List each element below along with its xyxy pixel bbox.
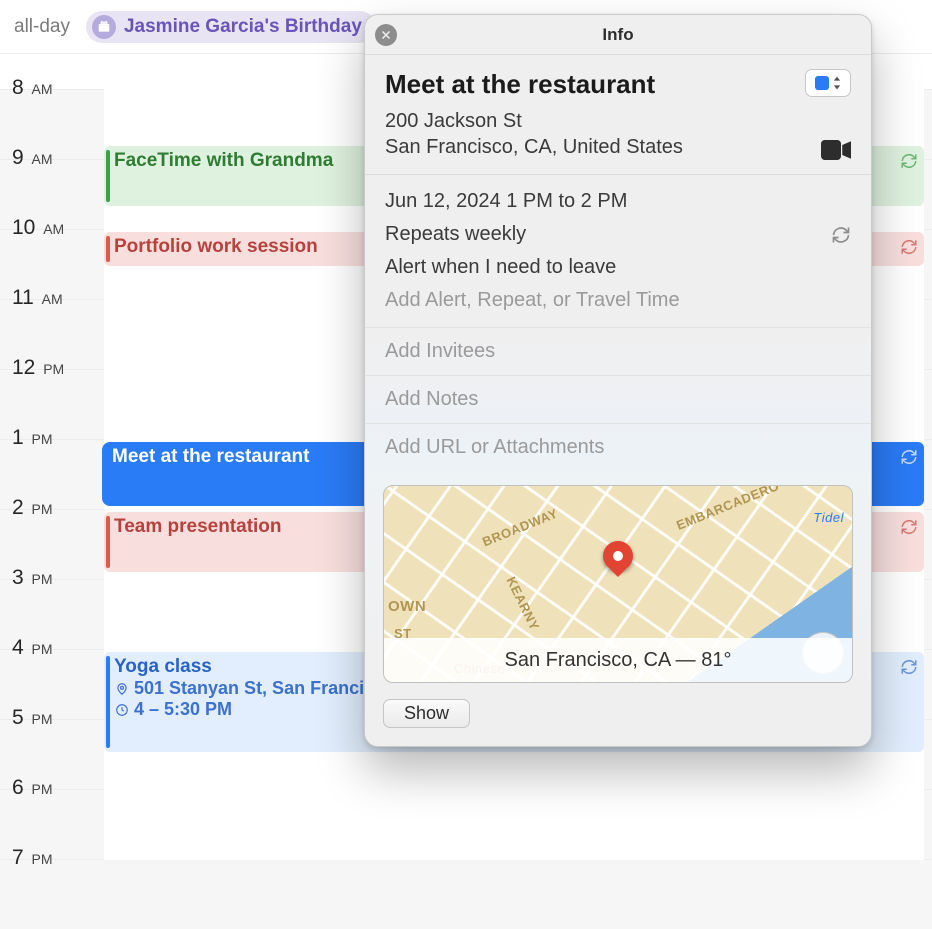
allday-label: all-day: [14, 16, 70, 38]
map-weather-label: San Francisco, CA — 81°: [384, 638, 852, 682]
chevron-updown-icon: [833, 76, 841, 90]
event-location[interactable]: 200 Jackson St San Francisco, CA, United…: [385, 108, 683, 160]
hour-label: 10 AM: [8, 216, 68, 240]
event-alert[interactable]: Alert when I need to leave: [385, 251, 851, 284]
event-edge-strip: [898, 512, 924, 572]
map-street-label: OWN: [388, 598, 426, 615]
event-edge-strip: [898, 146, 924, 206]
map-street-label: BROADWAY: [480, 506, 560, 550]
event-title-input[interactable]: Meet at the restaurant: [385, 69, 655, 100]
repeat-icon: [900, 152, 918, 170]
show-button[interactable]: Show: [383, 699, 470, 728]
video-call-icon[interactable]: [821, 140, 851, 160]
location-map[interactable]: BROADWAY EMBARCADERO KEARNY ST OWN Tidel…: [383, 485, 853, 683]
event-info-popover: Info Meet at the restaurant 200 Jackson …: [364, 14, 872, 747]
address-line-1: 200 Jackson St: [385, 108, 683, 134]
event-title: Team presentation: [114, 516, 282, 537]
allday-event-title: Jasmine Garcia's Birthday: [124, 16, 362, 38]
hour-label: 7 PM: [8, 846, 57, 870]
add-alert-repeat-travel[interactable]: Add Alert, Repeat, or Travel Time: [385, 284, 851, 317]
event-title: Meet at the restaurant: [112, 446, 309, 467]
event-edge-strip: [898, 652, 924, 752]
clock-icon: [114, 702, 130, 718]
map-street-label: KEARNY: [504, 574, 543, 633]
hour-label: 4 PM: [8, 636, 57, 660]
gift-icon: [92, 15, 116, 39]
event-title: Portfolio work session: [114, 236, 318, 257]
map-street-label: EMBARCADERO: [674, 485, 781, 533]
event-datetime[interactable]: Jun 12, 2024 1 PM to 2 PM: [385, 185, 851, 218]
event-repeat[interactable]: Repeats weekly: [385, 218, 851, 251]
popover-header: Info: [365, 15, 871, 55]
add-invitees[interactable]: Add Invitees: [365, 327, 871, 375]
map-pin-icon: [603, 541, 633, 571]
repeat-icon: [900, 448, 918, 466]
map-section: BROADWAY EMBARCADERO KEARNY ST OWN Tidel…: [365, 471, 871, 699]
popover-footer: Show: [365, 699, 871, 746]
repeat-icon: [831, 225, 851, 245]
hour-label: 3 PM: [8, 566, 57, 590]
hour-label: 5 PM: [8, 706, 57, 730]
event-edge-strip: [898, 442, 924, 506]
popover-datetime-section: Jun 12, 2024 1 PM to 2 PM Repeats weekly…: [365, 175, 871, 327]
hour-label: 12 PM: [8, 356, 68, 380]
popover-title-section: Meet at the restaurant 200 Jackson St Sa…: [365, 55, 871, 174]
add-url-attachments[interactable]: Add URL or Attachments: [365, 423, 871, 471]
hour-label: 9 AM: [8, 146, 57, 170]
calendar-color-picker[interactable]: [805, 69, 851, 97]
calendar-color-swatch: [815, 76, 829, 90]
event-title: FaceTime with Grandma: [114, 150, 333, 171]
map-street-label: Tidel: [813, 510, 844, 525]
address-line-2: San Francisco, CA, United States: [385, 134, 683, 160]
repeat-icon: [900, 658, 918, 676]
add-notes[interactable]: Add Notes: [365, 375, 871, 423]
hour-label: 2 PM: [8, 496, 57, 520]
hour-label: 6 PM: [8, 776, 57, 800]
event-edge-strip: [898, 232, 924, 266]
popover-title-label: Info: [602, 25, 633, 45]
repeat-icon: [900, 518, 918, 536]
hour-label: 8 AM: [8, 76, 57, 100]
hour-label: 11 AM: [8, 286, 67, 310]
repeat-icon: [900, 238, 918, 256]
close-button[interactable]: [375, 24, 397, 46]
hour-label: 1 PM: [8, 426, 57, 450]
location-pin-icon: [114, 681, 130, 697]
allday-event-pill[interactable]: Jasmine Garcia's Birthday: [86, 11, 376, 43]
